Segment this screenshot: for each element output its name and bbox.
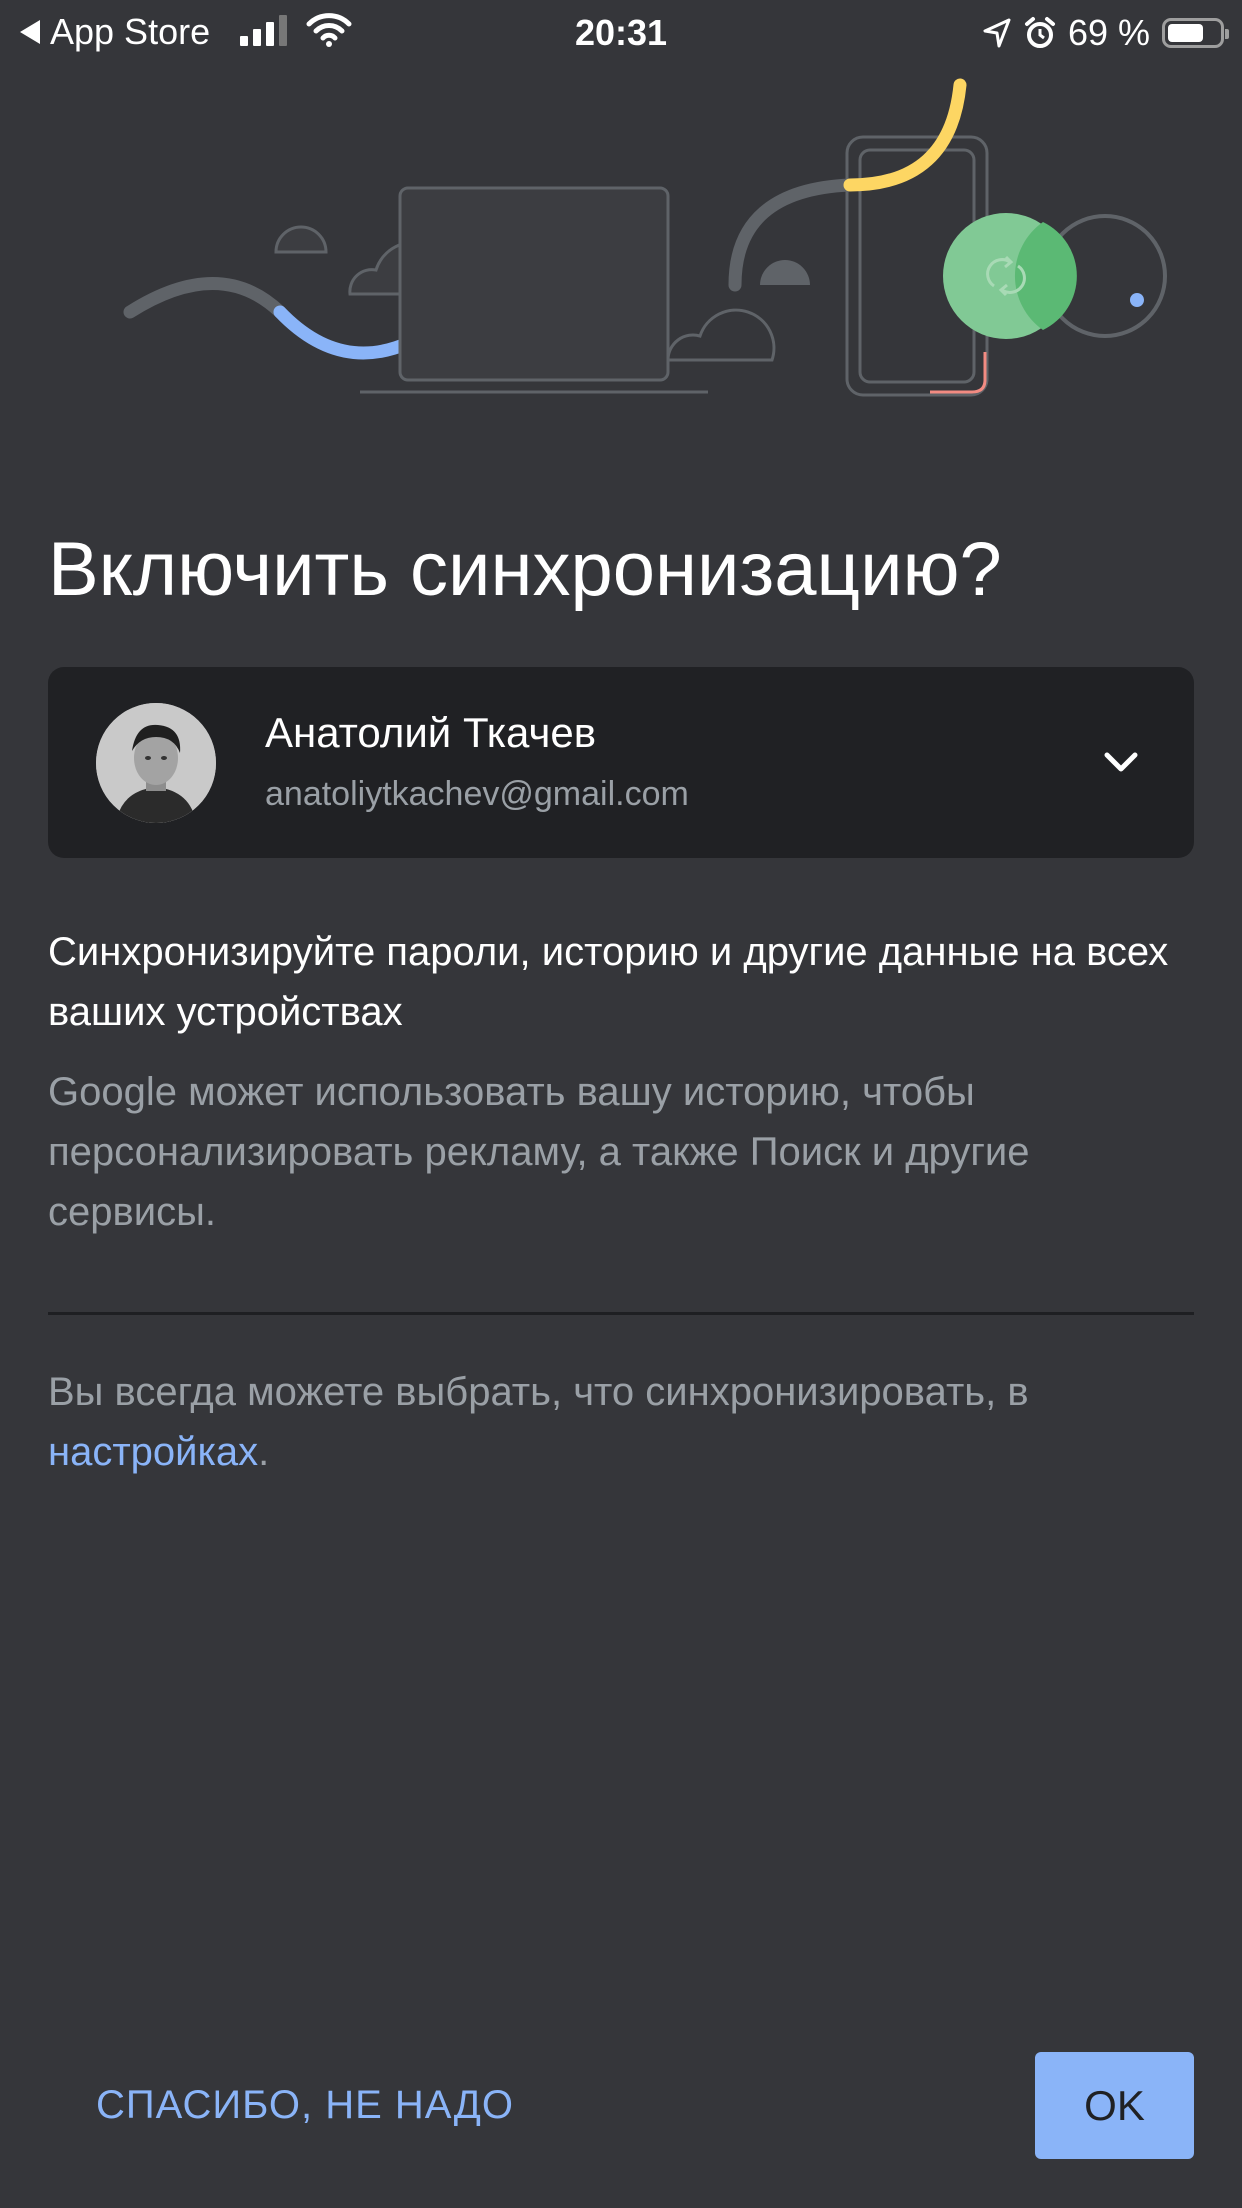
chevron-down-icon[interactable] bbox=[1098, 739, 1144, 785]
personalization-notice: Google может использовать вашу историю, … bbox=[48, 1070, 1030, 1234]
sync-consent-screen: App Store 20:31 69 % Включить синхрониза… bbox=[0, 0, 1242, 2208]
settings-note: Вы всегда можете выбрать, что синхронизи… bbox=[48, 1362, 1208, 1482]
alarm-clock-icon bbox=[1024, 17, 1055, 48]
avatar bbox=[96, 703, 216, 823]
battery-percent: 69 % bbox=[1067, 12, 1150, 53]
ok-button[interactable]: OK bbox=[1035, 2052, 1194, 2159]
account-selector[interactable]: Анатолий Ткачев anatoliytkachev@gmail.co… bbox=[48, 667, 1194, 858]
location-arrow-icon bbox=[983, 18, 1011, 48]
settings-note-end: . bbox=[258, 1430, 270, 1474]
settings-note-text: Вы всегда можете выбрать, что синхронизи… bbox=[48, 1370, 1029, 1414]
account-email: anatoliytkachev@gmail.com bbox=[265, 775, 689, 813]
account-name: Анатолий Ткачев bbox=[265, 709, 597, 756]
battery-level-fill bbox=[1168, 24, 1203, 42]
page-title: Включить синхронизацию? bbox=[48, 527, 1002, 612]
status-indicators: 69 % bbox=[982, 12, 1229, 54]
battery-icon bbox=[1162, 18, 1229, 48]
divider bbox=[48, 1312, 1194, 1315]
settings-link[interactable]: настройках bbox=[48, 1430, 258, 1474]
status-bar: App Store 20:31 69 % bbox=[0, 0, 1242, 62]
decline-button[interactable]: СПАСИБО, НЕ НАДО bbox=[70, 2055, 540, 2155]
sync-illustration bbox=[123, 78, 1167, 397]
sync-description: Синхронизируйте пароли, историю и другие… bbox=[48, 930, 1169, 1034]
